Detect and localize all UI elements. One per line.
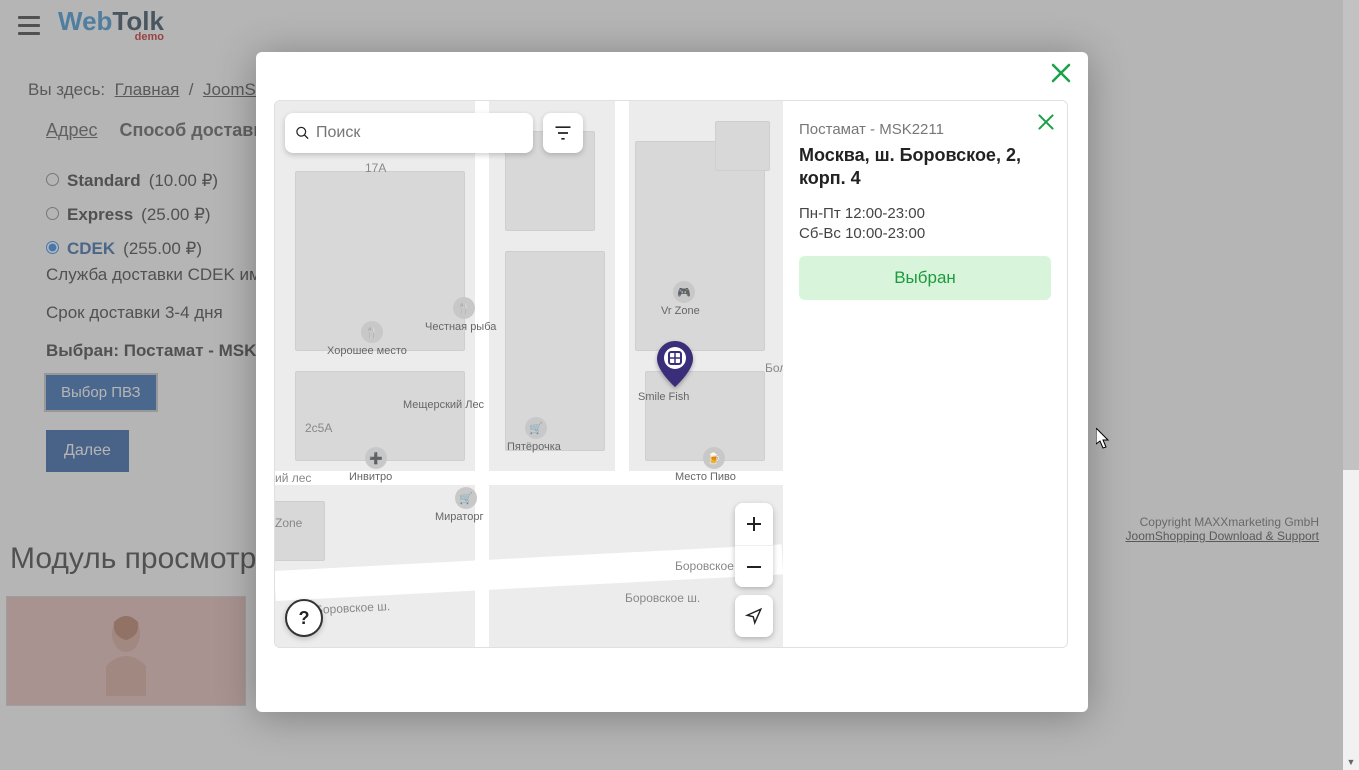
map-street-label: Боровское	[675, 559, 734, 573]
navigation-icon	[745, 607, 763, 625]
map-bld-label: 17А	[365, 161, 386, 175]
map-container: Боровское ш. Боровское ш. Боровское 17А …	[274, 100, 1068, 648]
map-street-label: Боровское ш.	[625, 591, 700, 605]
map-poi-icon: 🎮	[673, 281, 695, 303]
scroll-down-icon[interactable]: ▼	[1343, 754, 1359, 770]
map-poi-icon: 🍴	[453, 297, 475, 319]
map-search-box	[285, 113, 583, 153]
modal-close-button[interactable]	[1050, 62, 1072, 89]
pvz-modal: Боровское ш. Боровское ш. Боровское 17А …	[256, 52, 1088, 712]
map-poi-icon: 🛒	[525, 417, 547, 439]
map-poi-icon: 🛒	[455, 487, 477, 509]
scrollbar-thumb[interactable]	[1343, 0, 1359, 470]
map-search-input[interactable]	[316, 124, 523, 142]
pvz-address: Москва, ш. Боровское, 2, корп. 4	[799, 144, 1051, 191]
map-canvas[interactable]: Боровское ш. Боровское ш. Боровское 17А …	[275, 101, 783, 647]
plus-icon	[745, 515, 763, 533]
map-filter-button[interactable]	[543, 113, 583, 153]
panel-close-button[interactable]	[1037, 113, 1055, 136]
map-bld-label: 2с5А	[305, 421, 332, 435]
map-geolocate-button[interactable]	[735, 595, 773, 637]
map-zone-label: Zone	[275, 516, 302, 530]
pvz-hours-weekend: Сб-Вс 10:00-23:00	[799, 225, 1051, 242]
question-icon: ?	[299, 608, 310, 629]
search-icon	[295, 122, 310, 144]
map-street-label: Боровское ш.	[315, 599, 391, 617]
map-poi-icon: 🍴	[361, 321, 383, 343]
map-poi-icon: 🍺	[703, 447, 725, 469]
pvz-title: Постамат - MSK2211	[799, 121, 1051, 138]
map-forest-label: ий лес	[275, 471, 311, 485]
map-zoom-in-button[interactable]	[735, 503, 773, 545]
map-zoom-out-button[interactable]	[735, 545, 773, 587]
pvz-selected-badge: Выбран	[799, 256, 1051, 300]
close-icon	[1037, 113, 1055, 131]
map-poi-icon: ➕	[365, 447, 387, 469]
close-icon	[1050, 62, 1072, 84]
scrollbar[interactable]: ▲ ▼	[1343, 0, 1359, 770]
map-pin-icon[interactable]	[657, 341, 693, 392]
pvz-info-panel: Постамат - MSK2211 Москва, ш. Боровское,…	[783, 101, 1067, 647]
map-search-wrap[interactable]	[285, 113, 533, 153]
map-help-button[interactable]: ?	[285, 599, 323, 637]
pvz-hours-weekday: Пн-Пт 12:00-23:00	[799, 205, 1051, 222]
minus-icon	[745, 558, 763, 576]
filter-icon	[553, 123, 573, 143]
